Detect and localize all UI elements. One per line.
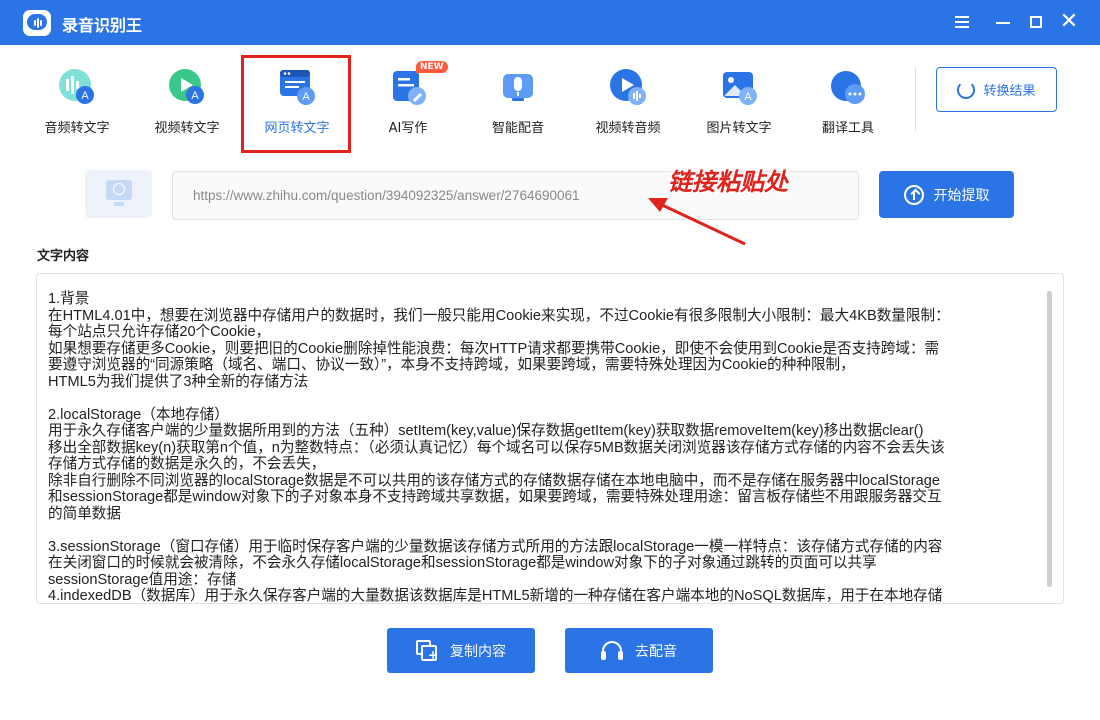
- content-scrollbar[interactable]: [1047, 291, 1052, 587]
- go-dubbing-button[interactable]: 去配音: [565, 628, 713, 673]
- convert-result-label: 转换结果: [983, 84, 1036, 99]
- annotation-arrow-icon: [648, 198, 746, 246]
- tool-video-to-text[interactable]: A 视频转文字: [137, 60, 237, 140]
- svg-text:A: A: [744, 91, 752, 103]
- content-text: 1.背景 在HTML4.01中，想要在浏览器中存储用户的数据时，我们一般只能用C…: [48, 291, 950, 604]
- tool-image-to-text[interactable]: A 图片转文字: [689, 60, 789, 140]
- webpage-icon: [85, 170, 152, 218]
- svg-text:A: A: [191, 90, 199, 102]
- upload-arrow-icon: [903, 184, 924, 205]
- audio-to-text-icon: A: [59, 69, 94, 104]
- tool-label: 图片转文字: [706, 121, 772, 136]
- tool-audio-to-text[interactable]: A 音频转文字: [27, 60, 127, 140]
- app-logo-icon: [23, 10, 51, 36]
- copy-content-label: 复制内容: [450, 643, 506, 660]
- svg-text:A: A: [81, 90, 89, 102]
- minimize-icon[interactable]: [992, 11, 1014, 33]
- headphone-icon: [601, 640, 623, 661]
- smart-dubbing-icon: [503, 74, 533, 101]
- title-bar: 录音识别王 ✕: [0, 0, 1100, 45]
- copy-content-button[interactable]: + 复制内容: [387, 628, 535, 673]
- ai-writing-icon: [393, 71, 426, 105]
- refresh-icon: [957, 80, 976, 99]
- new-badge: NEW: [416, 61, 448, 73]
- video-to-audio-icon: [610, 69, 646, 105]
- convert-result-button[interactable]: 转换结果: [936, 67, 1057, 112]
- close-icon[interactable]: ✕: [1058, 11, 1080, 33]
- active-tool-highlight: [241, 55, 351, 153]
- tool-translate[interactable]: 翻译工具: [798, 60, 898, 140]
- image-to-text-icon: A: [723, 72, 757, 105]
- tool-label: 视频转文字: [154, 121, 220, 136]
- menu-icon[interactable]: [951, 11, 973, 33]
- go-dubbing-label: 去配音: [635, 643, 677, 660]
- app-title: 录音识别王: [62, 16, 143, 35]
- tool-label: 智能配音: [491, 121, 544, 136]
- content-textarea[interactable]: 1.背景 在HTML4.01中，想要在浏览器中存储用户的数据时，我们一般只能用C…: [36, 273, 1064, 604]
- copy-icon: +: [416, 639, 438, 662]
- toolbar-divider: [915, 67, 916, 131]
- content-section-label: 文字内容: [37, 249, 90, 264]
- maximize-icon[interactable]: [1025, 11, 1047, 33]
- tool-label: 音频转文字: [44, 121, 110, 136]
- tool-label: AI写作: [388, 121, 428, 136]
- start-extract-button[interactable]: 开始提取: [879, 171, 1014, 218]
- start-extract-label: 开始提取: [933, 187, 990, 204]
- video-to-text-icon: A: [169, 69, 204, 104]
- tool-video-to-audio[interactable]: 视频转音频: [578, 60, 678, 140]
- tool-smart-dubbing[interactable]: 智能配音: [468, 60, 568, 140]
- tool-label: 视频转音频: [595, 121, 661, 136]
- translate-icon: [831, 71, 865, 104]
- tool-label: 翻译工具: [821, 121, 874, 136]
